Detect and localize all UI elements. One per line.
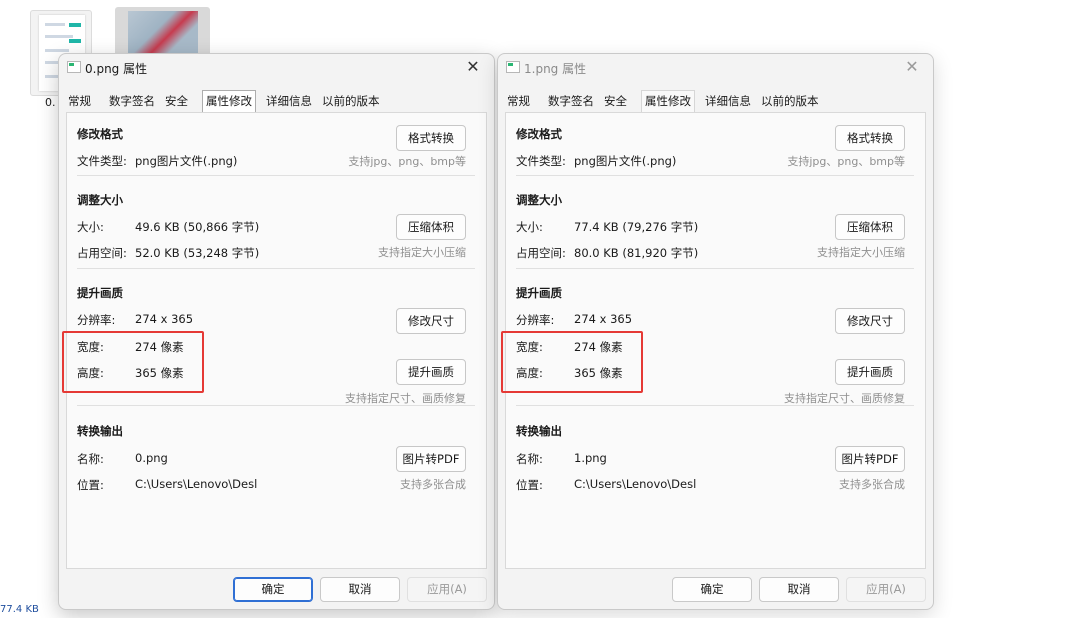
location-value: C:\Users\Lenovo\Desl [574, 477, 697, 491]
divider [77, 405, 475, 406]
tab-details[interactable]: 详细信息 [266, 92, 312, 111]
tab-property-edit[interactable]: 属性修改 [202, 90, 256, 112]
file-type-value: png图片文件(.png) [135, 154, 238, 168]
quality-hint: 支持指定尺寸、画质修复 [784, 392, 905, 405]
dialog-title: 0.png 属性 [85, 62, 148, 76]
divider [516, 405, 914, 406]
cancel-button[interactable]: 取消 [320, 577, 400, 602]
resolution-value: 274 x 365 [574, 312, 633, 326]
section-title-convert: 转换输出 [77, 424, 123, 438]
format-hint: 支持jpg、png、bmp等 [348, 155, 466, 168]
section-title-resize: 调整大小 [77, 193, 123, 207]
name-label: 名称: [516, 452, 543, 466]
status-size: 77.4 KB [0, 604, 39, 615]
section-title-format: 修改格式 [516, 127, 562, 141]
format-convert-button[interactable]: 格式转换 [835, 125, 905, 151]
resize-dimensions-button[interactable]: 修改尺寸 [835, 308, 905, 334]
name-value: 0.png [135, 451, 168, 465]
section-title-quality: 提升画质 [516, 286, 562, 300]
divider [516, 175, 914, 176]
close-button[interactable]: ✕ [901, 57, 923, 76]
format-hint: 支持jpg、png、bmp等 [787, 155, 905, 168]
enhance-quality-button[interactable]: 提升画质 [835, 359, 905, 385]
tab-digital-signature[interactable]: 数字签名 [109, 92, 155, 111]
tab-security[interactable]: 安全 [165, 92, 188, 111]
file-type-value: png图片文件(.png) [574, 154, 677, 168]
compress-hint: 支持指定大小压缩 [817, 246, 905, 259]
merge-hint: 支持多张合成 [839, 478, 905, 491]
name-value: 1.png [574, 451, 607, 465]
image-to-pdf-button[interactable]: 图片转PDF [396, 446, 466, 472]
resolution-value: 274 x 365 [135, 312, 194, 326]
tab-general[interactable]: 常规 [507, 92, 530, 111]
file-type-label: 文件类型: [77, 154, 127, 168]
resize-dimensions-button[interactable]: 修改尺寸 [396, 308, 466, 334]
thumbnail-image-preview [128, 11, 198, 59]
location-label: 位置: [516, 478, 543, 492]
tab-previous-versions[interactable]: 以前的版本 [322, 92, 380, 111]
compress-hint: 支持指定大小压缩 [378, 246, 466, 259]
size-label: 大小: [77, 220, 104, 234]
merge-hint: 支持多张合成 [400, 478, 466, 491]
section-title-resize: 调整大小 [516, 193, 562, 207]
resolution-label: 分辨率: [516, 313, 555, 327]
compress-button[interactable]: 压缩体积 [835, 214, 905, 240]
properties-dialog-1png: 1.png 属性 ✕ 常规 数字签名 安全 属性修改 详细信息 以前的版本 修改… [497, 53, 934, 610]
file-thumbnail-1[interactable] [115, 7, 210, 59]
divider [77, 175, 475, 176]
location-value: C:\Users\Lenovo\Desl [135, 477, 258, 491]
disk-size-value: 80.0 KB (81,920 字节) [574, 246, 699, 260]
apply-button[interactable]: 应用(A) [846, 577, 926, 602]
dialog-titlebar[interactable]: 0.png 属性 ✕ [59, 54, 494, 82]
file-name-0[interactable]: 0. [45, 96, 56, 109]
name-label: 名称: [77, 452, 104, 466]
tab-previous-versions[interactable]: 以前的版本 [761, 92, 819, 111]
section-title-quality: 提升画质 [77, 286, 123, 300]
apply-button[interactable]: 应用(A) [407, 577, 487, 602]
image-file-icon [506, 61, 520, 73]
compress-button[interactable]: 压缩体积 [396, 214, 466, 240]
size-value: 49.6 KB (50,866 字节) [135, 220, 260, 234]
dialog-titlebar[interactable]: 1.png 属性 ✕ [498, 54, 933, 82]
size-label: 大小: [516, 220, 543, 234]
tab-property-edit[interactable]: 属性修改 [641, 90, 695, 112]
format-convert-button[interactable]: 格式转换 [396, 125, 466, 151]
close-button[interactable]: ✕ [462, 57, 484, 76]
divider [77, 268, 475, 269]
disk-size-label: 占用空间: [77, 246, 127, 260]
dimension-highlight-box [62, 331, 204, 393]
tab-digital-signature[interactable]: 数字签名 [548, 92, 594, 111]
dialog-title: 1.png 属性 [524, 62, 587, 76]
section-title-format: 修改格式 [77, 127, 123, 141]
dimension-highlight-box [501, 331, 643, 393]
file-type-label: 文件类型: [516, 154, 566, 168]
ok-button[interactable]: 确定 [672, 577, 752, 602]
divider [516, 268, 914, 269]
section-title-convert: 转换输出 [516, 424, 562, 438]
tab-strip: 常规 数字签名 安全 属性修改 详细信息 以前的版本 [505, 90, 925, 112]
location-label: 位置: [77, 478, 104, 492]
tab-security[interactable]: 安全 [604, 92, 627, 111]
enhance-quality-button[interactable]: 提升画质 [396, 359, 466, 385]
disk-size-label: 占用空间: [516, 246, 566, 260]
properties-dialog-0png: 0.png 属性 ✕ 常规 数字签名 安全 属性修改 详细信息 以前的版本 修改… [58, 53, 495, 610]
tab-general[interactable]: 常规 [68, 92, 91, 111]
quality-hint: 支持指定尺寸、画质修复 [345, 392, 466, 405]
tab-details[interactable]: 详细信息 [705, 92, 751, 111]
resolution-label: 分辨率: [77, 313, 116, 327]
ok-button[interactable]: 确定 [233, 577, 313, 602]
disk-size-value: 52.0 KB (53,248 字节) [135, 246, 260, 260]
tab-strip: 常规 数字签名 安全 属性修改 详细信息 以前的版本 [66, 90, 486, 112]
cancel-button[interactable]: 取消 [759, 577, 839, 602]
image-file-icon [67, 61, 81, 73]
size-value: 77.4 KB (79,276 字节) [574, 220, 699, 234]
image-to-pdf-button[interactable]: 图片转PDF [835, 446, 905, 472]
